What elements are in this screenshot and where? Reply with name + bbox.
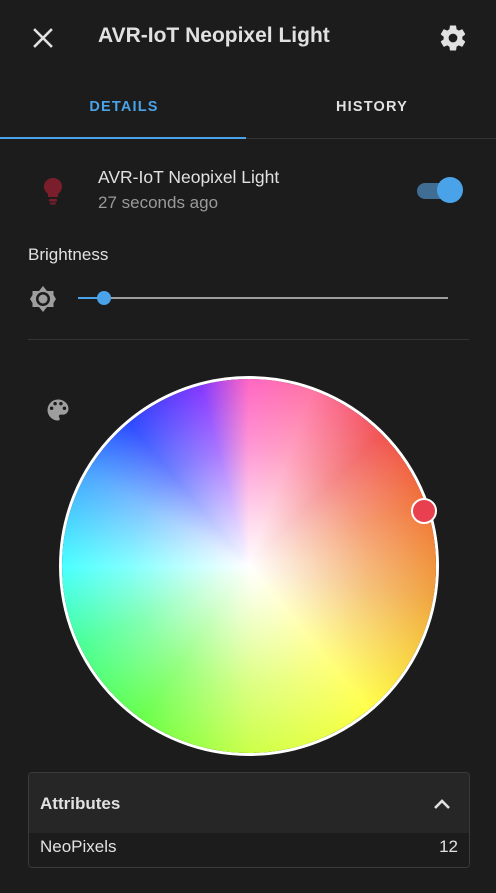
- entity-name: AVR-IoT Neopixel Light: [98, 167, 280, 187]
- settings-button[interactable]: [434, 19, 472, 57]
- attribute-value: 12: [439, 837, 458, 856]
- color-wheel-container: [59, 376, 439, 756]
- close-icon: [33, 28, 53, 48]
- attributes-title: Attributes: [40, 794, 121, 813]
- gear-icon: [440, 25, 466, 51]
- lightbulb-icon: [44, 178, 62, 205]
- tab-bar: DETAILS HISTORY: [0, 75, 496, 139]
- slider-thumb[interactable]: [96, 291, 111, 305]
- attributes-panel: Attributes NeoPixels 12: [28, 772, 470, 868]
- close-button[interactable]: [26, 21, 60, 55]
- dialog-title: AVR-IoT Neopixel Light: [98, 24, 330, 47]
- chevron-up-icon: [434, 799, 450, 809]
- slider-track: [78, 297, 448, 299]
- toggle-thumb: [437, 177, 463, 203]
- dialog-header: AVR-IoT Neopixel Light: [0, 0, 496, 75]
- brightness-icon: [30, 286, 56, 312]
- color-wheel[interactable]: [59, 376, 439, 756]
- attribute-key: NeoPixels: [40, 837, 117, 856]
- last-changed-text: 27 seconds ago: [98, 193, 219, 212]
- color-wheel-handle[interactable]: [411, 498, 437, 524]
- attributes-header[interactable]: Attributes: [29, 773, 469, 833]
- color-wheel-saturation: [62, 379, 436, 753]
- power-toggle[interactable]: [415, 177, 463, 203]
- entity-row: AVR-IoT Neopixel Light 27 seconds ago: [0, 160, 496, 220]
- active-tab-indicator: [0, 137, 246, 139]
- brightness-slider[interactable]: [78, 286, 448, 310]
- section-divider: [28, 339, 469, 340]
- attribute-row: NeoPixels 12: [29, 833, 469, 867]
- tab-details[interactable]: DETAILS: [0, 75, 248, 138]
- tab-history[interactable]: HISTORY: [248, 75, 496, 138]
- brightness-label: Brightness: [28, 245, 109, 264]
